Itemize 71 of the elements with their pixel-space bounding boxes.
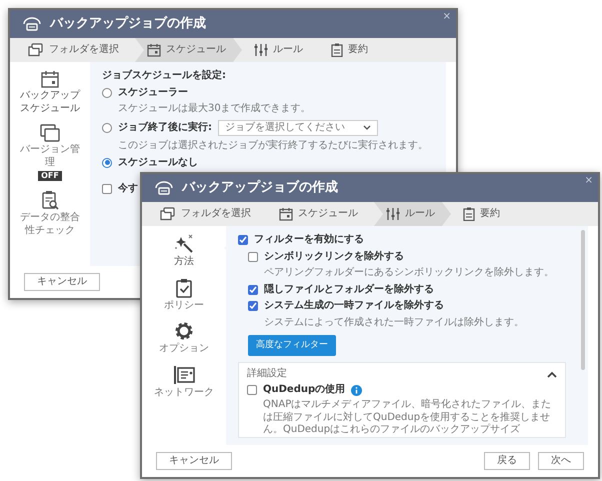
sidebar-item[interactable]: データの整合性チェック [19, 190, 81, 237]
checkbox[interactable] [248, 284, 258, 295]
calendar-icon [279, 207, 293, 221]
sidebar-item[interactable]: バージョン管理 OFF [19, 124, 81, 181]
wizard-step[interactable]: フォルダを選択 [16, 38, 135, 62]
clipboard-magnifier-icon [41, 190, 59, 210]
wizard-step[interactable]: ルール [242, 38, 319, 62]
radio-button[interactable] [102, 122, 112, 133]
checkbox[interactable] [102, 184, 112, 194]
close-button[interactable]: × [442, 11, 451, 24]
sliders-icon [386, 207, 400, 221]
folders-icon [160, 207, 176, 221]
radio-button[interactable] [102, 88, 112, 98]
checkbox[interactable] [238, 235, 248, 246]
option-description: このジョブは選択されたジョブが実行終了するたびに実行されます。 [117, 140, 429, 152]
wizard-step[interactable]: ルール [374, 202, 451, 226]
close-button[interactable]: × [584, 175, 593, 188]
back-button[interactable]: 戻る [484, 452, 530, 470]
drive-icon [154, 180, 174, 196]
section-heading: ジョブスケジュールを設定: [102, 70, 227, 82]
id-card-icon [173, 364, 195, 384]
drive-icon [22, 16, 42, 32]
option-label: スケジューラー [118, 86, 188, 99]
option-description: スケジュールは最大30まで作成できます。 [117, 103, 312, 116]
option-description: システムによって作成された一時ファイルは除外します。 [263, 316, 525, 329]
sidebar-item[interactable]: ネットワーク [153, 364, 215, 399]
status-badge: OFF [38, 171, 62, 181]
wizard-step[interactable]: 要約 [451, 202, 516, 226]
radio-button[interactable] [102, 158, 112, 168]
checkbox[interactable] [248, 252, 258, 262]
option-label: ジョブ終了後に実行: [118, 122, 212, 134]
clipboard-check-icon [175, 278, 193, 298]
option-description: ペアリングフォルダーにあるシンボリックリンクを除外します。 [263, 267, 555, 280]
checkbox[interactable] [248, 301, 258, 312]
checkbox[interactable] [247, 385, 257, 395]
gear-icon [174, 321, 194, 341]
option-label: シンボリックリンクを除外する [264, 250, 404, 263]
window-title: バックアップジョブの作成 [50, 16, 206, 32]
collapse-button[interactable] [547, 371, 557, 378]
option-label: スケジュールなし [118, 156, 198, 169]
option-label: QuDedupの使用 [263, 384, 346, 396]
sliders-icon [254, 43, 268, 57]
check-icon [239, 236, 247, 244]
caret-down-icon [363, 124, 371, 131]
option-label: 隠しファイルとフォルダーを除外する [264, 284, 434, 296]
sidebar-item[interactable]: ポリシー [153, 278, 215, 312]
window-title: バックアップジョブの作成 [182, 180, 338, 196]
option-label: システム生成の一時ファイルを除外する [264, 300, 444, 312]
option-label: 今す [118, 183, 138, 196]
wizard-step[interactable]: スケジュール [135, 38, 242, 62]
advanced-filter-button[interactable]: 高度なフィルター [248, 335, 336, 356]
option-label: フィルターを有効にする [254, 234, 364, 246]
job-select[interactable]: ジョブを選択してください [218, 120, 378, 136]
clipboard-icon [331, 43, 343, 57]
magic-wand-icon [174, 234, 194, 254]
folders-icon [28, 43, 44, 57]
option-description: QNAPはマルチメディアファイル、暗号化されたファイル、または圧縮ファイルに対してQuDedupを使用することを推奨しません。QuDedupはこれらのファイルのバックアップサイズ [262, 399, 552, 437]
calendar-icon [147, 43, 161, 57]
cancel-button[interactable]: キャンセル [156, 452, 232, 470]
wizard-step[interactable]: スケジュール [267, 202, 374, 226]
next-button[interactable]: 次へ [538, 452, 584, 470]
sidebar-item[interactable]: オプション [153, 321, 215, 356]
scrollbar[interactable] [581, 230, 585, 370]
clipboard-icon [463, 207, 475, 221]
windows-icon [40, 124, 60, 142]
calendar-icon [41, 70, 59, 88]
details-title: 詳細設定 [247, 368, 287, 381]
wizard-step[interactable]: フォルダを選択 [148, 202, 267, 226]
caret-up-icon [547, 371, 557, 378]
wizard-step[interactable]: 要約 [319, 38, 384, 62]
cancel-button[interactable]: キャンセル [24, 272, 100, 292]
